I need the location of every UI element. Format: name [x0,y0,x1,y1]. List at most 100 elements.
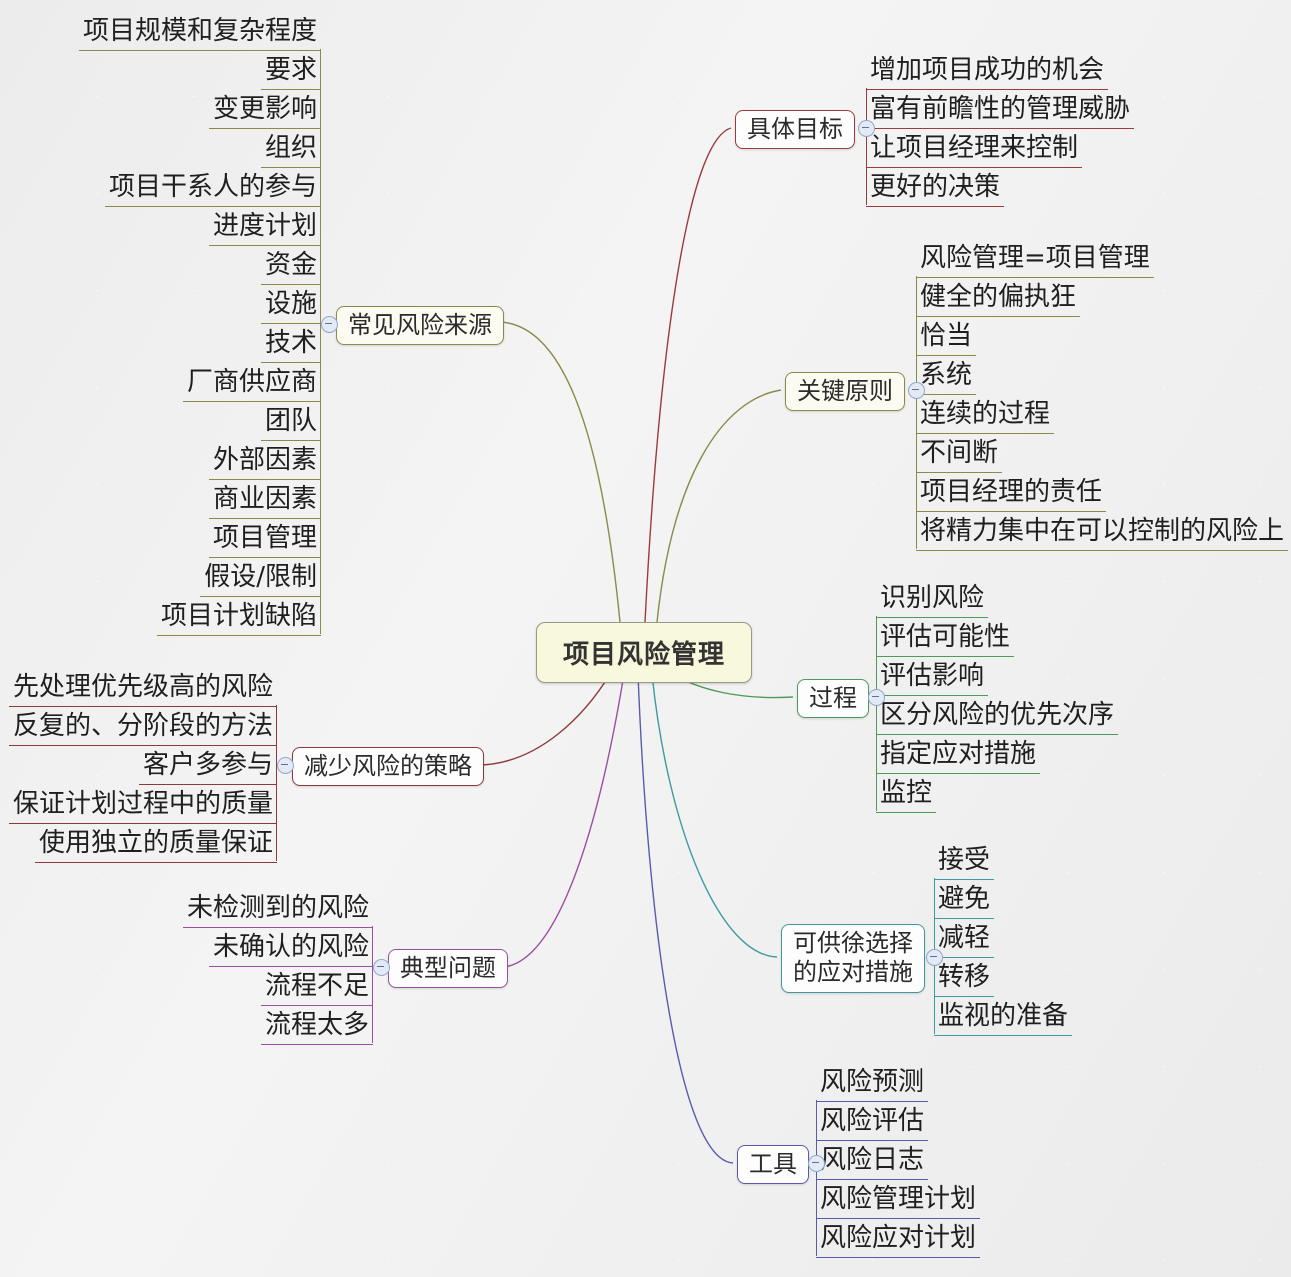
leaf-item[interactable]: 变更影响 [61,91,321,130]
leaf-underline [8,706,277,707]
leaf-label: 让项目经理来控制 [870,133,1079,163]
leaf-item[interactable]: 要求 [61,52,321,91]
leaf-item[interactable]: 监视的准备 [934,998,1104,1037]
root-node[interactable]: 项目风险管理 [536,622,753,683]
leaf-label: 团队 [264,406,317,436]
leaf-underline [34,862,277,863]
leaf-item[interactable]: 组织 [61,130,321,169]
collapse-toggle-typical-problems[interactable] [373,959,390,976]
leaf-item[interactable]: 让项目经理来控制 [866,130,1146,169]
leaf-item[interactable]: 风险管理计划 [816,1181,996,1220]
leaf-underline [104,206,321,207]
leaf-item[interactable]: 厂商供应商 [61,364,321,403]
leaf-label: 风险应对计划 [820,1223,977,1253]
branch-node-specific-goals[interactable]: 具体目标 [735,110,855,150]
collapse-toggle-risk-sources[interactable] [321,316,338,333]
leaf-underline [182,927,373,928]
leaf-item[interactable]: 项目干系人的参与 [61,169,321,208]
leaf-label: 厂商供应商 [186,367,317,397]
branch-node-risk-sources[interactable]: 常见风险来源 [336,306,504,346]
leaf-item[interactable]: 评估影响 [876,658,1126,697]
leaf-item[interactable]: 转移 [934,959,1104,998]
leaf-item[interactable]: 商业因素 [61,481,321,520]
leaf-item[interactable]: 使用独立的质量保证 [5,825,277,864]
branch-node-typical-problems[interactable]: 典型问题 [388,949,508,989]
leaf-underline [260,89,321,90]
branch-node-reduce-strategy[interactable]: 减少风险的策略 [292,747,484,787]
leaf-item[interactable]: 流程不足 [181,968,373,1007]
leaf-label: 风险管理计划 [820,1184,977,1214]
leaf-item[interactable]: 假设/限制 [61,559,321,598]
leaf-item[interactable]: 流程太多 [181,1007,373,1046]
leaf-label: 资金 [264,250,317,280]
collapse-toggle-tools[interactable] [808,1155,825,1172]
leaf-underline [876,812,937,813]
collapse-toggle-process[interactable] [868,689,885,706]
leaf-item[interactable]: 连续的过程 [916,396,1276,435]
leaf-item[interactable]: 富有前瞻性的管理威胁 [866,91,1146,130]
leaf-label: 将精力集中在可以控制的风险上 [920,516,1285,546]
leaf-item[interactable]: 技术 [61,325,321,364]
leaf-item[interactable]: 健全的偏执狂 [916,279,1276,318]
leaf-item[interactable]: 区分风险的优先次序 [876,697,1126,736]
branch-label: 典型问题 [400,954,496,982]
leaf-item[interactable]: 项目经理的责任 [916,474,1276,513]
leaf-item[interactable]: 项目管理 [61,520,321,559]
leaf-item[interactable]: 减轻 [934,920,1104,959]
leaf-item[interactable]: 风险应对计划 [816,1220,996,1259]
leaf-item[interactable]: 风险评估 [816,1103,996,1142]
leaf-group-reduce-strategy: 先处理优先级高的风险 反复的、分阶段的方法 客户多参与 保证计划过程中的质量 使用独立的… [5,669,277,864]
leaf-item[interactable]: 指定应对措施 [876,736,1126,775]
collapse-toggle-specific-goals[interactable] [858,120,875,137]
leaf-underline [916,394,977,395]
collapse-toggle-key-principles[interactable] [908,382,925,399]
leaf-item[interactable]: 客户多参与 [5,747,277,786]
leaf-item[interactable]: 更好的决策 [866,169,1146,208]
leaf-item[interactable]: 系统 [916,357,1276,396]
leaf-item[interactable]: 监控 [876,775,1126,814]
leaf-item[interactable]: 进度计划 [61,208,321,247]
leaf-item[interactable]: 避免 [934,881,1104,920]
leaf-item[interactable]: 风险日志 [816,1142,996,1181]
leaf-item[interactable]: 资金 [61,247,321,286]
leaf-item[interactable]: 评估可能性 [876,619,1126,658]
leaf-underline [816,1218,981,1219]
leaf-label: 外部因素 [212,445,317,475]
leaf-underline [916,316,1081,317]
leaf-item[interactable]: 接受 [934,842,1104,881]
curve-typical-problems [503,673,625,968]
leaf-item[interactable]: 反复的、分阶段的方法 [5,708,277,747]
leaf-group-typical-problems: 未检测到的风险 未确认的风险 流程不足 流程太多 [181,890,373,1046]
collapse-toggle-reduce-strategy[interactable] [277,757,294,774]
leaf-underline [916,277,1154,278]
leaf-item[interactable]: 外部因素 [61,442,321,481]
leaf-group-risk-sources: 项目规模和复杂程度 要求 变更影响 组织 项目干系人的参与 进度计划 资金设施 技术 厂商供应商… [61,13,321,637]
leaf-item[interactable]: 未检测到的风险 [181,890,373,929]
branch-node-tools[interactable]: 工具 [737,1145,809,1185]
collapse-toggle-response-measures[interactable] [926,949,943,966]
branch-node-key-principles[interactable]: 关键原则 [785,372,905,412]
leaf-item[interactable]: 设施 [61,286,321,325]
leaf-underline [876,773,1041,774]
leaf-underline [916,472,1003,473]
leaf-underline [8,823,277,824]
leaf-item[interactable]: 项目计划缺陷 [61,598,321,637]
leaf-underline [916,550,1289,551]
leaf-item[interactable]: 识别风险 [876,580,1126,619]
leaf-item[interactable]: 保证计划过程中的质量 [5,786,277,825]
leaf-group-specific-goals: 增加项目成功的机会 富有前瞻性的管理威胁 让项目经理来控制更好的决策 [866,52,1146,208]
branch-label: 具体目标 [747,115,843,143]
leaf-item[interactable]: 先处理优先级高的风险 [5,669,277,708]
leaf-item[interactable]: 风险预测 [816,1064,996,1103]
leaf-item[interactable]: 项目规模和复杂程度 [61,13,321,52]
leaf-item[interactable]: 将精力集中在可以控制的风险上 [916,513,1289,552]
leaf-item[interactable]: 增加项目成功的机会 [866,52,1146,91]
leaf-item[interactable]: 不间断 [916,435,1276,474]
leaf-item[interactable]: 风险管理=项目管理 [916,240,1276,279]
leaf-item[interactable]: 恰当 [916,318,1276,357]
leaf-underline [934,957,995,958]
branch-node-response-measures[interactable]: 可供徐选择 的应对措施 [781,924,925,993]
leaf-item[interactable]: 未确认的风险 [181,929,373,968]
leaf-item[interactable]: 团队 [61,403,321,442]
branch-node-process[interactable]: 过程 [797,679,869,719]
